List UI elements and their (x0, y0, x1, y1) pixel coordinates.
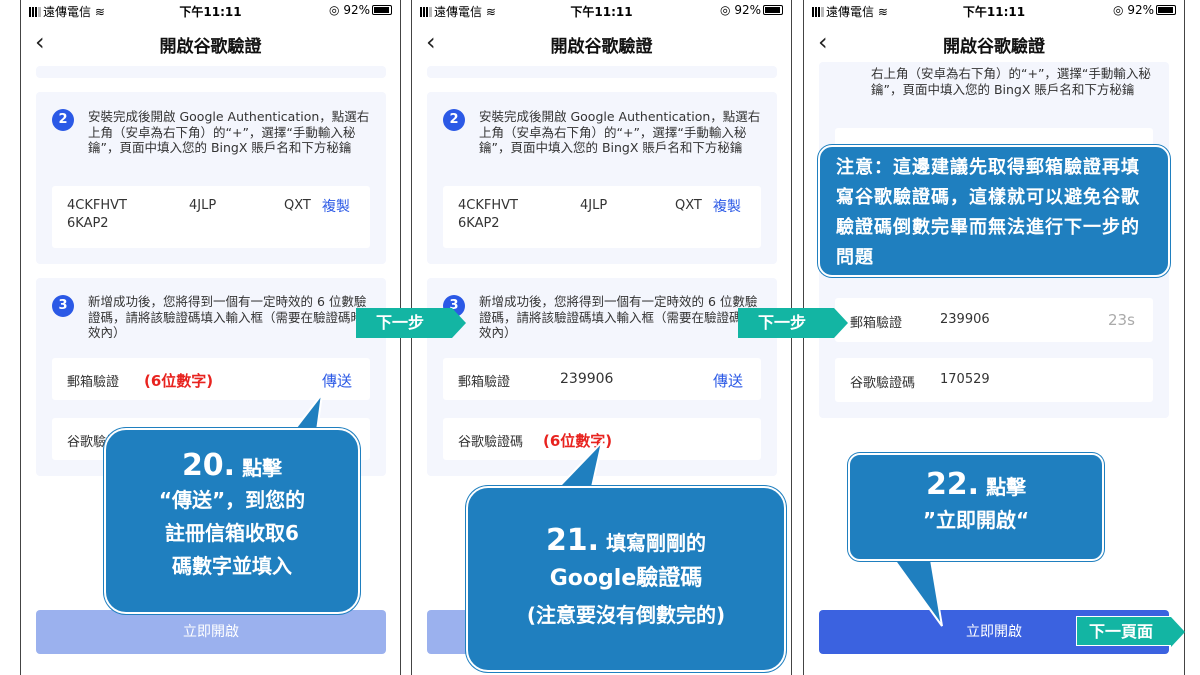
callout-22-number: 22. (925, 467, 980, 502)
battery-percent: 92% (734, 3, 761, 17)
google-code-label: 谷歌驗證碼 (850, 376, 916, 391)
next-step-arrow-1: 下一步 (356, 308, 466, 338)
google-code-value[interactable]: 170529 (940, 372, 990, 387)
battery-icon (1156, 5, 1176, 15)
step3-text: 新增成功後，您將得到一個有一定時效的 6 位數驗證碼，請將該驗證碼填入輸入框（需… (479, 294, 758, 340)
callout-22-tail (888, 553, 943, 627)
status-bar: 遠傳電信 ≋ 下午11:11 ◎ 92% (804, 0, 1184, 22)
secret-key-part-3: QXT (284, 198, 311, 213)
secret-key-part-4: 6KAP2 (67, 216, 109, 231)
callout-20-line2: “傳送”，到您的 (158, 488, 306, 512)
alarm-icon: ◎ (720, 3, 731, 17)
nav-bar: ‹ 開啟谷歌驗證 (412, 22, 791, 66)
send-button[interactable]: 傳送 (713, 370, 743, 391)
step1-card (36, 66, 386, 78)
send-button[interactable]: 傳送 (322, 370, 352, 391)
copy-button[interactable]: 複製 (713, 196, 741, 216)
alarm-icon: ◎ (329, 3, 340, 17)
callout-20-line4: 碼數字並填入 (172, 554, 292, 578)
step2-number: 2 (52, 109, 74, 131)
digits-hint: (6位數字) (144, 372, 214, 390)
step2-text-partial: 右上角（安卓為右下角）的“+”，選擇“手動輸入秘鑰”，頁面中填入您的 BingX… (871, 66, 1151, 97)
step2-card: 2 安裝完成後開啟 Google Authentication，點選右上角（安卓… (427, 92, 777, 264)
secret-key-part-1: 4CKFHVT (458, 198, 518, 213)
phone-screen-3: 遠傳電信 ≋ 下午11:11 ◎ 92% ‹ 開啟谷歌驗證 右上角（安卓為右下角… (803, 0, 1185, 675)
status-bar: 遠傳電信 ≋ 下午11:11 ◎ 92% (21, 0, 400, 22)
nav-bar: ‹ 開啟谷歌驗證 (21, 22, 400, 66)
secret-key-part-2: 4JLP (580, 198, 608, 213)
alarm-icon: ◎ (1113, 3, 1124, 17)
callout-22: 22. 點擊 ”立即開啟“ (848, 453, 1104, 561)
next-step-arrow-2: 下一步 (738, 308, 848, 338)
page-title: 開啟谷歌驗證 (943, 37, 1045, 57)
callout-20-line1: 點擊 (242, 456, 283, 480)
secret-key-box: 4CKFHVT 4JLP QXT 複製 6KAP2 (443, 186, 761, 248)
countdown-timer: 23s (1108, 311, 1135, 329)
step3-number: 3 (52, 295, 74, 317)
callout-21-line3: (注意要沒有倒數完的) (526, 603, 726, 627)
email-code-label: 郵箱驗證 (67, 375, 120, 390)
email-code-value[interactable]: 239906 (940, 312, 990, 327)
page-title: 開啟谷歌驗證 (159, 37, 262, 57)
step2-text: 安裝完成後開啟 Google Authentication，點選右上角（安卓為右… (88, 109, 370, 155)
step2-number: 2 (443, 109, 465, 131)
copy-button[interactable]: 複製 (322, 196, 350, 216)
step1-card (427, 66, 777, 78)
battery-percent: 92% (1127, 3, 1154, 17)
email-code-row[interactable]: 郵箱驗證 239906 傳送 (443, 358, 761, 400)
email-code-label: 郵箱驗證 (458, 375, 511, 390)
callout-20-number: 20. (181, 448, 236, 483)
secret-key-box: 4CKFHVT 4JLP QXT 複製 6KAP2 (52, 186, 370, 248)
secret-key-part-4: 6KAP2 (458, 216, 500, 231)
callout-22-line1: 點擊 (986, 475, 1027, 499)
nav-bar: ‹ 開啟谷歌驗證 (804, 22, 1184, 66)
email-code-value[interactable]: 239906 (560, 371, 613, 387)
step2-text: 安裝完成後開啟 Google Authentication，點選右上角（安卓為右… (479, 109, 761, 155)
email-code-label: 郵箱驗證 (850, 316, 903, 331)
note-callout: 注意：這邊建議先取得郵箱驗證再填寫谷歌驗證碼，這樣就可以避免谷歌驗證碼倒數完畢而… (818, 145, 1170, 277)
battery-percent: 92% (343, 3, 370, 17)
callout-21-line1: 填寫剛剛的 (606, 531, 707, 555)
secret-key-part-3: QXT (675, 198, 702, 213)
callout-21-number: 21. (545, 523, 600, 558)
callout-20-line3: 註冊信箱收取6 (165, 521, 299, 545)
secret-key-part-1: 4CKFHVT (67, 198, 127, 213)
secret-key-part-2: 4JLP (189, 198, 217, 213)
step3-text: 新增成功後，您將得到一個有一定時效的 6 位數驗證碼，請將該驗證碼填入輸入框（需… (88, 294, 367, 340)
email-code-row[interactable]: 郵箱驗證 239906 23s (835, 298, 1153, 342)
callout-21-line2: Google驗證碼 (549, 566, 703, 591)
status-bar: 遠傳電信 ≋ 下午11:11 ◎ 92% (412, 0, 791, 22)
page-title: 開啟谷歌驗證 (550, 37, 653, 57)
next-page-arrow: 下一頁面 (1076, 616, 1185, 647)
enable-button[interactable]: 立即開啟 (36, 610, 386, 654)
google-code-label: 谷歌驗證碼 (458, 435, 524, 450)
callout-22-line2: ”立即開啟“ (922, 508, 1030, 532)
google-code-row[interactable]: 谷歌驗證碼 170529 (835, 358, 1153, 402)
battery-icon (763, 5, 783, 15)
callout-21: 21. 填寫剛剛的 Google驗證碼 (注意要沒有倒數完的) (466, 486, 786, 672)
callout-20: 20. 點擊 “傳送”，到您的 註冊信箱收取6 碼數字並填入 (104, 428, 360, 614)
step2-card: 2 安裝完成後開啟 Google Authentication，點選右上角（安卓… (36, 92, 386, 264)
battery-icon (372, 5, 392, 15)
